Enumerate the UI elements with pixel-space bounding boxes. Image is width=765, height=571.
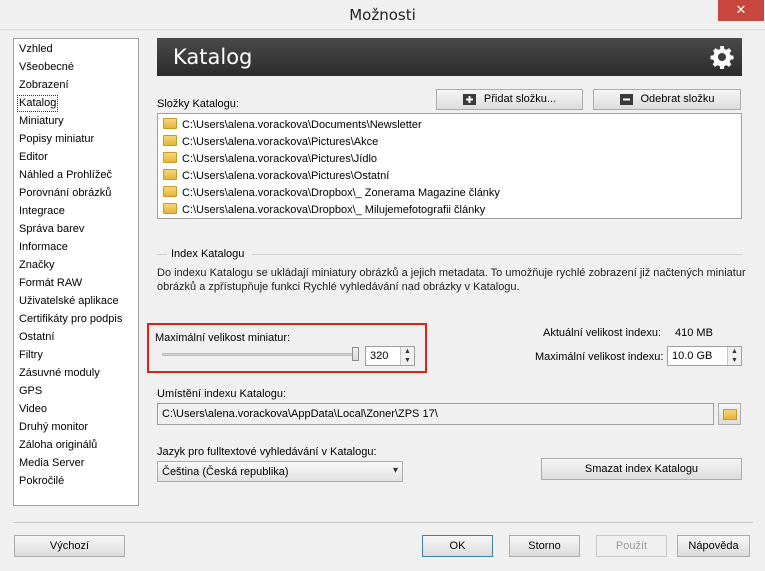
max-size-label: Maximální velikost indexu: bbox=[535, 351, 664, 363]
sidebar-item-video[interactable]: Video bbox=[18, 402, 48, 417]
sidebar-item-uzivatelske-aplikace[interactable]: Uživatelské aplikace bbox=[18, 294, 120, 309]
list-item[interactable]: C:\Users\alena.vorackova\Pictures\Akce bbox=[163, 134, 378, 151]
index-description: Do indexu Katalogu se ukládají miniatury… bbox=[157, 267, 746, 293]
remove-folder-label: Odebrat složku bbox=[640, 93, 715, 105]
add-folder-icon bbox=[462, 93, 476, 105]
folder-icon bbox=[163, 186, 177, 197]
folder-icon bbox=[163, 203, 177, 214]
sidebar-item-vseobecne[interactable]: Všeobecné bbox=[18, 60, 75, 75]
footer-divider bbox=[13, 522, 753, 523]
add-folder-button[interactable]: Přidat složku... bbox=[436, 89, 583, 110]
apply-button[interactable]: Použít bbox=[596, 535, 667, 557]
remove-folder-icon bbox=[619, 93, 633, 105]
folder-path: C:\Users\alena.vorackova\Pictures\Ostatn… bbox=[182, 170, 390, 182]
sidebar-item-popisy-miniatur[interactable]: Popisy miniatur bbox=[18, 132, 95, 147]
gear-icon bbox=[710, 46, 734, 69]
chevron-down-icon[interactable]: ▼ bbox=[728, 356, 741, 365]
sidebar-item-miniatury[interactable]: Miniatury bbox=[18, 114, 65, 129]
page-title: Katalog bbox=[173, 45, 253, 69]
current-size-value: 410 MB bbox=[675, 327, 713, 339]
group-divider bbox=[157, 254, 167, 255]
folder-icon bbox=[163, 135, 177, 146]
sidebar-item-zaloha-originalu[interactable]: Záloha originálů bbox=[18, 438, 98, 453]
list-item[interactable]: C:\Users\alena.vorackova\Documents\Newsl… bbox=[163, 117, 422, 134]
cancel-button[interactable]: Storno bbox=[509, 535, 580, 557]
chevron-down-icon: ▾ bbox=[392, 465, 398, 476]
close-button[interactable]: ✕ bbox=[718, 0, 764, 21]
list-item[interactable]: C:\Users\alena.vorackova\Dropbox\_ Zoner… bbox=[163, 185, 500, 202]
stepper-arrows[interactable]: ▲ ▼ bbox=[400, 347, 414, 365]
folder-path: C:\Users\alena.vorackova\Documents\Newsl… bbox=[182, 119, 422, 131]
sidebar-item-sprava-barev[interactable]: Správa barev bbox=[18, 222, 85, 237]
location-field[interactable]: C:\Users\alena.vorackova\AppData\Local\Z… bbox=[157, 403, 714, 425]
add-folder-label: Přidat složku... bbox=[483, 93, 557, 105]
sidebar-item-pokrocile[interactable]: Pokročilé bbox=[18, 474, 65, 489]
sidebar-item-editor[interactable]: Editor bbox=[18, 150, 49, 165]
folder-icon bbox=[163, 118, 177, 129]
thumb-size-value: 320 bbox=[370, 350, 389, 362]
sidebar-item-media-server[interactable]: Media Server bbox=[18, 456, 85, 471]
sidebar-item-format-raw[interactable]: Formát RAW bbox=[18, 276, 83, 291]
sidebar-item-katalog[interactable]: Katalog bbox=[16, 95, 59, 112]
language-value: Čeština (Česká republika) bbox=[162, 466, 289, 478]
folder-path: C:\Users\alena.vorackova\Dropbox\_ Miluj… bbox=[182, 204, 486, 216]
language-select[interactable]: Čeština (Česká republika) ▾ bbox=[157, 461, 403, 482]
sidebar: Vzhled Všeobecné Zobrazení Katalog Minia… bbox=[13, 38, 139, 506]
location-value: C:\Users\alena.vorackova\AppData\Local\Z… bbox=[162, 408, 438, 420]
sidebar-item-certifikaty[interactable]: Certifikáty pro podpis bbox=[18, 312, 123, 327]
sidebar-item-porovnani[interactable]: Porovnání obrázků bbox=[18, 186, 112, 201]
sidebar-item-znacky[interactable]: Značky bbox=[18, 258, 55, 273]
default-button[interactable]: Výchozí bbox=[14, 535, 125, 557]
window-title: Možnosti bbox=[349, 6, 416, 24]
max-size-value: 10.0 GB bbox=[672, 350, 713, 362]
sidebar-item-integrace[interactable]: Integrace bbox=[18, 204, 66, 219]
sidebar-item-vzhled[interactable]: Vzhled bbox=[18, 42, 54, 57]
folder-list[interactable]: C:\Users\alena.vorackova\Documents\Newsl… bbox=[157, 113, 742, 219]
max-thumb-label: Maximální velikost miniatur: bbox=[155, 332, 291, 344]
folder-icon bbox=[723, 409, 737, 420]
language-label: Jazyk pro fulltextové vyhledávání v Kata… bbox=[157, 446, 377, 458]
list-item[interactable]: C:\Users\alena.vorackova\Pictures\Ostatn… bbox=[163, 168, 389, 185]
folder-icon bbox=[163, 152, 177, 163]
sidebar-item-nahled[interactable]: Náhled a Prohlížeč bbox=[18, 168, 113, 183]
group-divider bbox=[252, 254, 742, 255]
index-group-title: Index Katalogu bbox=[171, 248, 245, 260]
stepper-arrows[interactable]: ▲ ▼ bbox=[727, 347, 741, 365]
delete-index-button[interactable]: Smazat index Katalogu bbox=[541, 458, 742, 480]
sidebar-item-gps[interactable]: GPS bbox=[18, 384, 43, 399]
thumb-size-slider[interactable] bbox=[162, 353, 357, 356]
ok-button[interactable]: OK bbox=[422, 535, 493, 557]
folder-icon bbox=[163, 169, 177, 180]
current-size-label: Aktuální velikost indexu: bbox=[543, 327, 662, 339]
remove-folder-button[interactable]: Odebrat složku bbox=[593, 89, 741, 110]
sidebar-item-druhy-monitor[interactable]: Druhý monitor bbox=[18, 420, 89, 435]
folder-path: C:\Users\alena.vorackova\Pictures\Jídlo bbox=[182, 153, 378, 165]
folder-path: C:\Users\alena.vorackova\Dropbox\_ Zoner… bbox=[182, 187, 500, 199]
sidebar-item-informace[interactable]: Informace bbox=[18, 240, 69, 255]
folder-path: C:\Users\alena.vorackova\Pictures\Akce bbox=[182, 136, 379, 148]
list-item[interactable]: C:\Users\alena.vorackova\Dropbox\_ Miluj… bbox=[163, 202, 485, 219]
sidebar-item-zasuvne-moduly[interactable]: Zásuvné moduly bbox=[18, 366, 101, 381]
max-size-stepper[interactable]: 10.0 GB ▲ ▼ bbox=[667, 346, 742, 366]
page-header: Katalog bbox=[157, 38, 742, 76]
list-item[interactable]: C:\Users\alena.vorackova\Pictures\Jídlo bbox=[163, 151, 377, 168]
thumb-size-stepper[interactable]: 320 ▲ ▼ bbox=[365, 346, 415, 366]
title-bar: Možnosti ✕ bbox=[0, 0, 765, 30]
browse-folder-button[interactable] bbox=[718, 403, 741, 425]
sidebar-item-ostatni[interactable]: Ostatní bbox=[18, 330, 55, 345]
chevron-up-icon[interactable]: ▲ bbox=[728, 347, 741, 356]
chevron-down-icon[interactable]: ▼ bbox=[401, 356, 414, 365]
help-button[interactable]: Nápověda bbox=[677, 535, 750, 557]
chevron-up-icon[interactable]: ▲ bbox=[401, 347, 414, 356]
sidebar-item-zobrazeni[interactable]: Zobrazení bbox=[18, 78, 70, 93]
location-label: Umístění indexu Katalogu: bbox=[157, 388, 287, 400]
sidebar-item-filtry[interactable]: Filtry bbox=[18, 348, 44, 363]
slider-handle[interactable] bbox=[352, 347, 359, 361]
folders-label: Složky Katalogu: bbox=[157, 98, 239, 110]
